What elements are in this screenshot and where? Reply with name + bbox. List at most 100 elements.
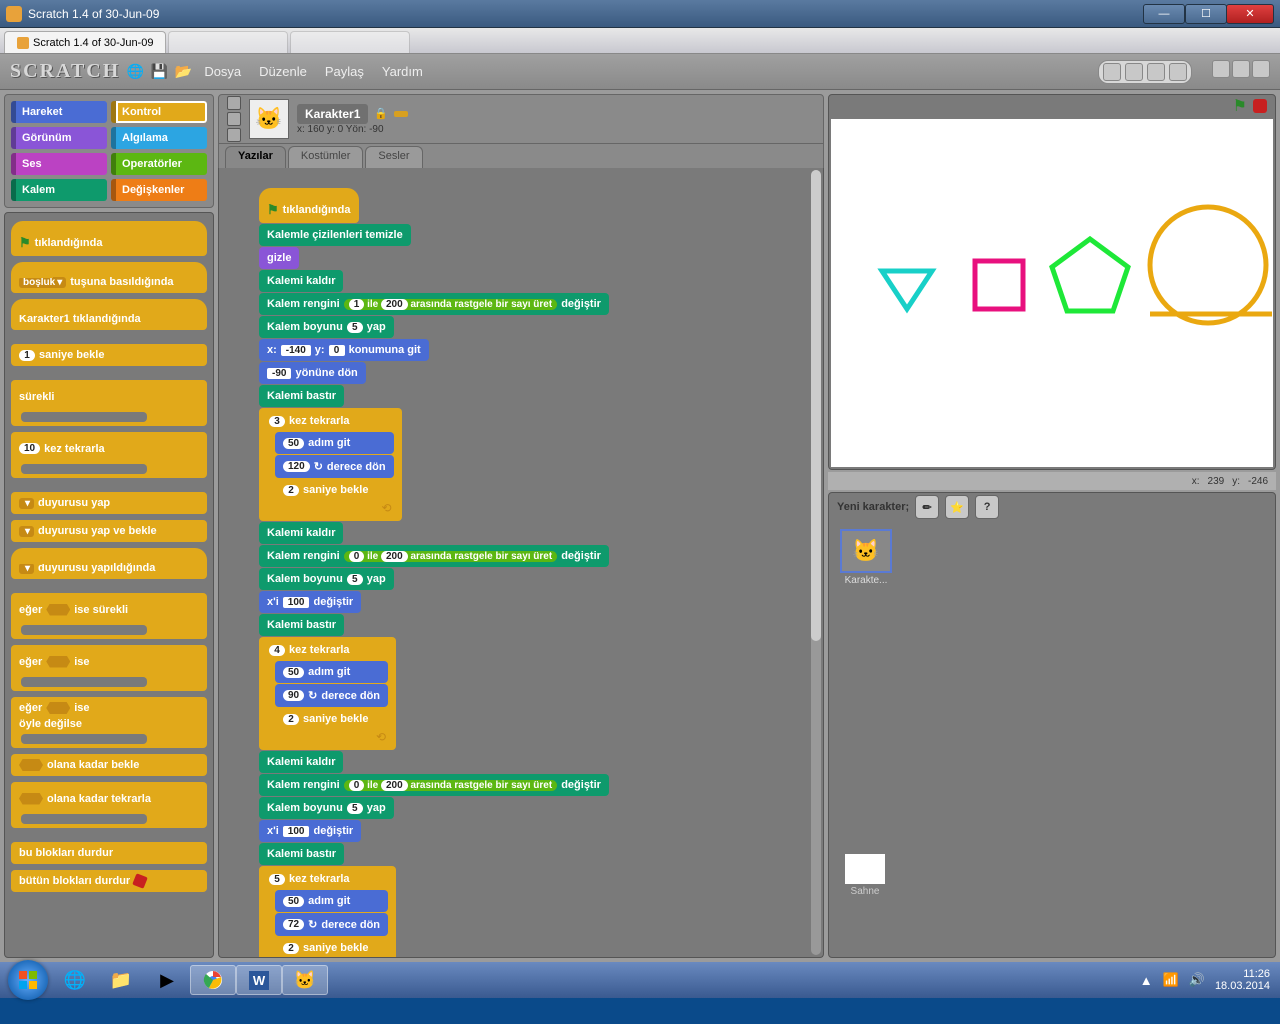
tab-scratch[interactable]: Scratch 1.4 of 30-Jun-09 bbox=[4, 31, 166, 53]
s-clear[interactable]: Kalemle çizilenleri temizle bbox=[259, 224, 411, 246]
taskbar-ie[interactable]: 🌐 bbox=[52, 965, 98, 995]
taskbar-media[interactable]: ▶ bbox=[144, 965, 190, 995]
s-wait-1[interactable]: 2 saniye bekle bbox=[275, 479, 394, 501]
cat-operator[interactable]: Operatörler bbox=[111, 153, 207, 175]
s-wait-3[interactable]: 2 saniye bekle bbox=[275, 937, 388, 957]
rotate-lr-icon[interactable] bbox=[227, 112, 241, 126]
taskbar-chrome[interactable] bbox=[190, 965, 236, 995]
tab-sesler[interactable]: Sesler bbox=[365, 146, 422, 168]
sprite-name[interactable]: Karakter1 bbox=[297, 104, 368, 124]
s-repeat-1[interactable]: 3 kez tekrarla 50 adım git 120 ↻ derece … bbox=[259, 408, 402, 521]
script-area[interactable]: ⚑tıklandığında Kalemle çizilenleri temiz… bbox=[218, 168, 824, 958]
tab-kostumler[interactable]: Kostümler bbox=[288, 146, 364, 168]
block-when-key[interactable]: boşluktuşuna basıldığında bbox=[11, 262, 207, 293]
rotate-none-icon[interactable] bbox=[227, 128, 241, 142]
s-move-3[interactable]: 50 adım git bbox=[275, 890, 388, 912]
view-normal-icon[interactable] bbox=[1232, 60, 1250, 78]
surprise-sprite-icon[interactable]: ? bbox=[975, 495, 999, 519]
cat-gorunum[interactable]: Görünüm bbox=[11, 127, 107, 149]
sprite-item-karakter1[interactable]: 🐱 Karakte... bbox=[837, 529, 895, 586]
menu-duzenle[interactable]: Düzenle bbox=[253, 64, 313, 79]
script-stack[interactable]: ⚑tıklandığında Kalemle çizilenleri temiz… bbox=[259, 188, 771, 957]
s-pencolor-1[interactable]: Kalem rengini 1 ile 200 arasında rastgel… bbox=[259, 293, 609, 315]
tray-sound-icon[interactable]: 🔊 bbox=[1189, 972, 1205, 988]
block-when-receive[interactable]: duyurusu yapıldığında bbox=[11, 548, 207, 579]
block-forever[interactable]: sürekli bbox=[11, 380, 207, 426]
s-wait-2[interactable]: 2 saniye bekle bbox=[275, 708, 388, 730]
taskbar-clock[interactable]: 11:26 18.03.2014 bbox=[1215, 968, 1270, 992]
block-when-sprite[interactable]: Karakter1 tıklandığında bbox=[11, 299, 207, 330]
tray-network-icon[interactable]: 📶 bbox=[1163, 972, 1179, 988]
block-forever-if[interactable]: eğer ise sürekli bbox=[11, 593, 207, 639]
cat-ses[interactable]: Ses bbox=[11, 153, 107, 175]
s-when-flag[interactable]: ⚑tıklandığında bbox=[259, 188, 359, 223]
s-changex-1[interactable]: x'i 100 değiştir bbox=[259, 591, 361, 613]
block-wait[interactable]: 1saniye bekle bbox=[11, 344, 207, 366]
cat-hareket[interactable]: Hareket bbox=[11, 101, 107, 123]
block-if-else[interactable]: eğer iseöyle değilse bbox=[11, 697, 207, 748]
block-when-flag[interactable]: ⚑tıklandığında bbox=[11, 221, 207, 256]
block-broadcast-wait[interactable]: duyurusu yap ve bekle bbox=[11, 520, 207, 542]
green-flag-button[interactable]: ⚑ bbox=[1233, 96, 1247, 116]
view-small-icon[interactable] bbox=[1212, 60, 1230, 78]
menu-dosya[interactable]: Dosya bbox=[198, 64, 247, 79]
menu-paylas[interactable]: Paylaş bbox=[319, 64, 370, 79]
paint-sprite-icon[interactable]: ✏ bbox=[915, 495, 939, 519]
lock-icon[interactable]: 🔒 bbox=[374, 107, 388, 120]
cat-degisken[interactable]: Değişkenler bbox=[111, 179, 207, 201]
block-stop-all[interactable]: bütün blokları durdur bbox=[11, 870, 207, 892]
block-broadcast[interactable]: duyurusu yap bbox=[11, 492, 207, 514]
save-icon[interactable]: 💾 bbox=[150, 63, 168, 81]
tray-flag-icon[interactable]: ▲ bbox=[1140, 973, 1153, 988]
taskbar-word[interactable]: W bbox=[236, 965, 282, 995]
s-pendown-2[interactable]: Kalemi bastır bbox=[259, 614, 344, 636]
s-changex-2[interactable]: x'i 100 değiştir bbox=[259, 820, 361, 842]
s-pencolor-3[interactable]: Kalem rengini 0 ile 200 arasında rastgel… bbox=[259, 774, 609, 796]
rotate-full-icon[interactable] bbox=[227, 96, 241, 110]
s-move-1[interactable]: 50 adım git bbox=[275, 432, 394, 454]
s-repeat-3[interactable]: 5 kez tekrarla 50 adım git 72 ↻ derece d… bbox=[259, 866, 396, 957]
globe-icon[interactable]: 🌐 bbox=[126, 63, 144, 81]
cat-kontrol[interactable]: Kontrol bbox=[111, 101, 207, 123]
tab-yazilar[interactable]: Yazılar bbox=[225, 146, 286, 168]
s-turn-1[interactable]: 120 ↻ derece dön bbox=[275, 455, 394, 478]
s-pensize-3[interactable]: Kalem boyunu 5 yap bbox=[259, 797, 394, 819]
block-wait-until[interactable]: olana kadar bekle bbox=[11, 754, 207, 776]
cut-icon[interactable] bbox=[1125, 63, 1143, 81]
stamp-icon[interactable] bbox=[1103, 63, 1121, 81]
s-point[interactable]: -90 yönüne dön bbox=[259, 362, 366, 384]
folder-icon[interactable]: 📂 bbox=[174, 63, 192, 81]
scrollbar[interactable] bbox=[811, 170, 821, 955]
taskbar-explorer[interactable]: 📁 bbox=[98, 965, 144, 995]
s-turn-3[interactable]: 72 ↻ derece dön bbox=[275, 913, 388, 936]
tab-other-1[interactable] bbox=[168, 31, 288, 53]
s-move-2[interactable]: 50 adım git bbox=[275, 661, 388, 683]
block-repeat-until[interactable]: olana kadar tekrarla bbox=[11, 782, 207, 828]
sprite-thumbnail[interactable]: 🐱 bbox=[249, 99, 289, 139]
cat-algilama[interactable]: Algılama bbox=[111, 127, 207, 149]
s-pendown-1[interactable]: Kalemi bastır bbox=[259, 385, 344, 407]
s-repeat-2[interactable]: 4 kez tekrarla 50 adım git 90 ↻ derece d… bbox=[259, 637, 396, 750]
close-button[interactable]: ✕ bbox=[1226, 4, 1274, 24]
block-stop-script[interactable]: bu blokları durdur bbox=[11, 842, 207, 864]
s-pendown-3[interactable]: Kalemi bastır bbox=[259, 843, 344, 865]
s-pencolor-2[interactable]: Kalem rengini 0 ile 200 arasında rastgel… bbox=[259, 545, 609, 567]
maximize-button[interactable]: ☐ bbox=[1185, 4, 1227, 24]
s-penup-2[interactable]: Kalemi kaldır bbox=[259, 522, 343, 544]
s-goto[interactable]: x: -140 y: 0 konumuna git bbox=[259, 339, 429, 361]
view-present-icon[interactable] bbox=[1252, 60, 1270, 78]
s-penup-1[interactable]: Kalemi kaldır bbox=[259, 270, 343, 292]
s-pensize-2[interactable]: Kalem boyunu 5 yap bbox=[259, 568, 394, 590]
block-if[interactable]: eğer ise bbox=[11, 645, 207, 691]
shrink-icon[interactable] bbox=[1169, 63, 1187, 81]
s-gizle[interactable]: gizle bbox=[259, 247, 299, 269]
block-repeat[interactable]: 10kez tekrarla bbox=[11, 432, 207, 478]
menu-yardim[interactable]: Yardım bbox=[376, 64, 429, 79]
choose-sprite-icon[interactable]: ⭐ bbox=[945, 495, 969, 519]
cat-kalem[interactable]: Kalem bbox=[11, 179, 107, 201]
taskbar-scratch[interactable]: 🐱 bbox=[282, 965, 328, 995]
s-pensize-1[interactable]: Kalem boyunu 5 yap bbox=[259, 316, 394, 338]
stop-button[interactable] bbox=[1253, 99, 1267, 113]
s-penup-3[interactable]: Kalemi kaldır bbox=[259, 751, 343, 773]
stage[interactable] bbox=[831, 119, 1273, 467]
